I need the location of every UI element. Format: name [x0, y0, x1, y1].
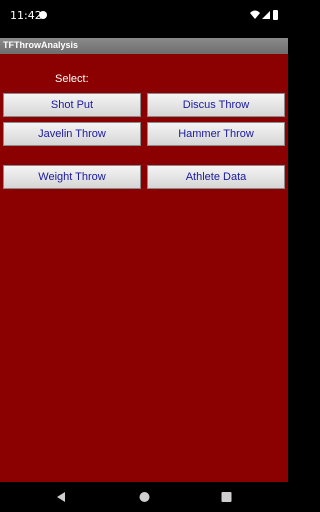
weight-throw-button[interactable]: Weight Throw — [3, 165, 141, 189]
discus-throw-button[interactable]: Discus Throw — [147, 93, 285, 117]
home-icon[interactable] — [139, 491, 150, 503]
select-label: Select: — [55, 73, 89, 85]
recents-icon[interactable] — [221, 491, 232, 503]
app-title: TFThrowAnalysis — [3, 40, 79, 50]
notification-dot-icon — [39, 11, 47, 19]
hammer-throw-button[interactable]: Hammer Throw — [147, 122, 285, 146]
javelin-throw-button[interactable]: Javelin Throw — [3, 122, 141, 146]
shot-put-button[interactable]: Shot Put — [3, 93, 141, 117]
back-icon[interactable] — [56, 491, 66, 503]
status-time: 11:42 — [10, 9, 42, 22]
battery-icon — [273, 10, 278, 20]
navigation-bar — [0, 482, 288, 512]
app-title-bar: TFThrowAnalysis — [0, 38, 288, 54]
athlete-data-button[interactable]: Athlete Data — [147, 165, 285, 189]
signal-icon — [262, 11, 270, 19]
wifi-icon — [250, 10, 260, 19]
status-icons — [250, 10, 278, 20]
main-content: Select: Shot Put Discus Throw Javelin Th… — [0, 54, 288, 482]
status-bar: 11:42 — [0, 0, 288, 32]
